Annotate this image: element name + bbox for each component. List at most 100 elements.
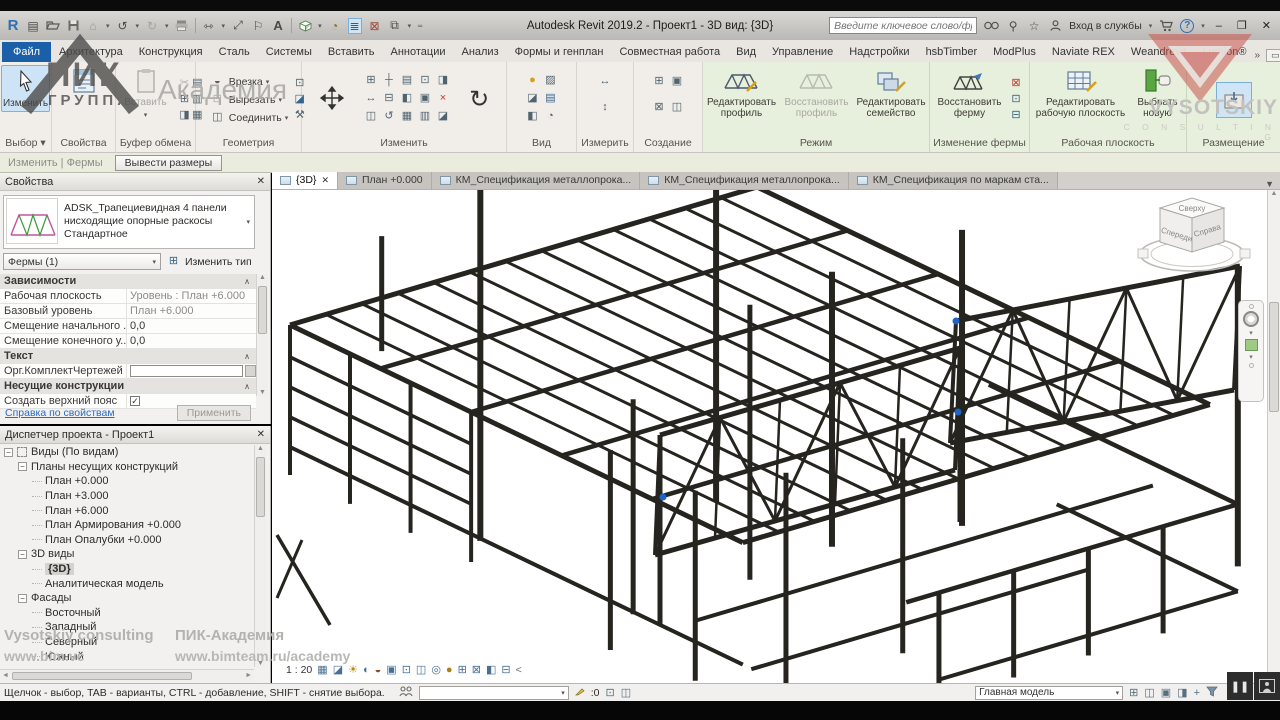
property-row[interactable]: Смещение начального ... 0,0 <box>0 319 256 334</box>
tree-item[interactable]: План Армирования +0.000 <box>0 518 254 533</box>
ribbon-tab-11[interactable]: Управление <box>764 42 841 62</box>
properties-header[interactable]: Свойства ✕ <box>0 173 270 191</box>
linework-icon[interactable]: ◪ <box>524 91 541 106</box>
similar-icon[interactable]: ◫ <box>669 100 686 115</box>
tree-item-label[interactable]: Восточный <box>45 607 101 619</box>
signin-dropdown-icon[interactable]: ▾ <box>1149 22 1153 30</box>
visual-style-icon[interactable]: ◪ <box>333 664 343 676</box>
ribbon-tab-16[interactable]: Weandrevit <box>1123 42 1194 62</box>
type-dropdown-icon[interactable]: ▾ <box>246 218 252 226</box>
panel-workplane-label[interactable]: Рабочая плоскость <box>1030 137 1186 152</box>
type-selector[interactable]: ADSK_Трапециевидная 4 панели нисходящие … <box>3 195 255 249</box>
editing-requests-icon[interactable] <box>574 686 585 699</box>
sun-path-icon[interactable]: ☀ <box>348 664 358 676</box>
property-value[interactable]: 0,0 <box>126 319 256 333</box>
section-icon[interactable]: ◔ <box>328 18 342 34</box>
scale-control[interactable]: 1 : 20 <box>286 664 312 676</box>
detach-chord-icon[interactable]: ⊟ <box>1008 108 1025 123</box>
join-row[interactable]: ◫ Соединить ▾ <box>209 109 288 127</box>
split-icon[interactable]: ◧ <box>398 91 415 106</box>
tree-item[interactable]: Южный <box>0 649 254 664</box>
select-links-icon[interactable]: ◫ <box>1144 686 1154 699</box>
ribbon-tab-17[interactable]: Lumion® <box>1194 42 1254 62</box>
edit-family-button[interactable]: Редактировать семейство <box>855 65 927 120</box>
group-icon[interactable]: ⊞ <box>651 74 668 89</box>
exchange-apps-icon[interactable]: ⚲ <box>1006 18 1020 34</box>
browser-hscrollbar[interactable]: ◄ ► <box>0 669 254 681</box>
measure-length-icon[interactable]: ↔ <box>597 74 614 89</box>
array-icon[interactable]: ▦ <box>398 109 415 124</box>
properties-close-icon[interactable]: ✕ <box>257 176 265 187</box>
search-icon[interactable] <box>984 18 999 34</box>
join-icon[interactable]: ◪ <box>434 109 451 124</box>
ribbon-tab-7[interactable]: Анализ <box>453 42 506 62</box>
constraints-icon[interactable]: ⊟ <box>501 664 510 676</box>
sync-dropdown-icon[interactable]: ▾ <box>106 22 110 30</box>
section-collapse-icon[interactable]: ∧ <box>244 352 256 361</box>
canvas-vscrollbar-thumb[interactable] <box>1269 302 1279 412</box>
ribbon-tab-6[interactable]: Аннотации <box>383 42 454 62</box>
ribbon-tab-9[interactable]: Совместная работа <box>611 42 728 62</box>
property-row[interactable]: Рабочая плоскость Уровень : План +6.000 <box>0 289 256 304</box>
view-tab-3[interactable]: КМ_Спецификация металлопрока... <box>640 172 849 189</box>
tree-item-label[interactable]: План Армирования +0.000 <box>45 519 181 531</box>
project-browser-close-icon[interactable]: ✕ <box>257 429 265 440</box>
crop-view-icon[interactable]: ▣ <box>386 664 396 676</box>
revit-logo-icon[interactable]: R <box>6 17 20 34</box>
ribbon-tab-4[interactable]: Системы <box>258 42 320 62</box>
lightbulb-icon[interactable]: ● <box>524 73 541 88</box>
tree-item-label[interactable]: Северный <box>45 636 97 648</box>
video-pause-button[interactable]: ❚❚ <box>1227 672 1253 700</box>
scale-icon[interactable]: ⊡ <box>416 73 433 88</box>
property-row[interactable]: Базовый уровень План +6.000 <box>0 304 256 319</box>
video-presenter-button[interactable] <box>1254 672 1280 700</box>
modify-button[interactable]: Изменить <box>0 65 51 112</box>
ribbon-tab-13[interactable]: hsbTimber <box>918 42 986 62</box>
tree-item-label[interactable]: Виды (По видам) <box>31 446 118 458</box>
panel-clipboard-label[interactable]: Буфер обмена <box>116 137 195 152</box>
open-icon[interactable] <box>46 18 60 34</box>
align-icon[interactable]: ⊞ <box>362 73 379 88</box>
tree-expander-icon[interactable]: − <box>18 462 27 472</box>
rotate-big-icon[interactable]: ↻ <box>469 85 489 114</box>
parts-icon[interactable]: ▣ <box>669 74 686 89</box>
category-filter-dropdown[interactable]: Фермы (1) ▾ <box>3 253 161 270</box>
thin-lines-icon[interactable]: ≣ <box>347 17 362 34</box>
reveal-hidden-icon[interactable]: ● <box>446 664 453 676</box>
sync-icon[interactable]: ⌂ <box>86 18 100 34</box>
text-icon[interactable]: A <box>271 18 285 34</box>
tree-item-label[interactable]: План +6.000 <box>45 505 109 517</box>
unlock-view-icon[interactable]: ◫ <box>416 664 426 676</box>
section-collapse-icon[interactable]: ∧ <box>244 382 256 391</box>
display-dimensions-button[interactable]: Вывести размеры <box>114 154 223 171</box>
tree-item[interactable]: − Фасады <box>0 591 254 606</box>
restore-truss-button[interactable]: Восстановить ферму <box>935 65 1005 120</box>
render-dialog-icon[interactable]: ◒ <box>375 664 382 676</box>
switch-windows-dropdown-icon[interactable]: ▾ <box>408 22 412 30</box>
tree-item[interactable]: План +0.000 <box>0 474 254 489</box>
project-browser-header[interactable]: Диспетчер проекта - Проект1 ✕ <box>0 426 270 444</box>
tree-item-label[interactable]: Планы несущих конструкций <box>31 461 178 473</box>
drawing-area[interactable]: {3D} ✕ План +0.000 КМ_Спецификация металлоп… <box>272 172 1280 683</box>
navigation-bar[interactable]: ▾ ▾ <box>1238 300 1264 402</box>
section-collapse-icon[interactable]: ∧ <box>244 277 256 286</box>
save-icon[interactable] <box>66 18 80 34</box>
design-options-dropdown[interactable]: Главная модель ▾ <box>975 685 1124 700</box>
tree-item-label[interactable]: План +0.000 <box>45 475 109 487</box>
panel-select-label[interactable]: Выбор ▾ <box>0 137 51 152</box>
zoom-icon[interactable] <box>1244 339 1258 351</box>
ribbon-tab-12[interactable]: Надстройки <box>841 42 917 62</box>
measure-icon[interactable]: ⇿ <box>202 18 216 34</box>
undo-dropdown-icon[interactable]: ▾ <box>136 22 140 30</box>
panel-view-label[interactable]: Вид <box>507 137 576 152</box>
favorites-icon[interactable]: ☆ <box>1027 18 1041 34</box>
move-icon[interactable]: ┼ <box>380 73 397 88</box>
property-more-button[interactable] <box>245 365 256 377</box>
cope-row[interactable]: ◒ Врезка ▾ <box>209 73 288 91</box>
move-big-icon[interactable] <box>319 85 345 114</box>
user-icon[interactable] <box>1048 18 1062 34</box>
ribbon-tab-10[interactable]: Вид <box>728 42 764 62</box>
tree-item[interactable]: Северный <box>0 635 254 650</box>
ribbon-tab-0[interactable]: Файл <box>2 42 52 62</box>
ribbon-state-icon[interactable]: ▭ ▾ <box>1266 49 1280 62</box>
